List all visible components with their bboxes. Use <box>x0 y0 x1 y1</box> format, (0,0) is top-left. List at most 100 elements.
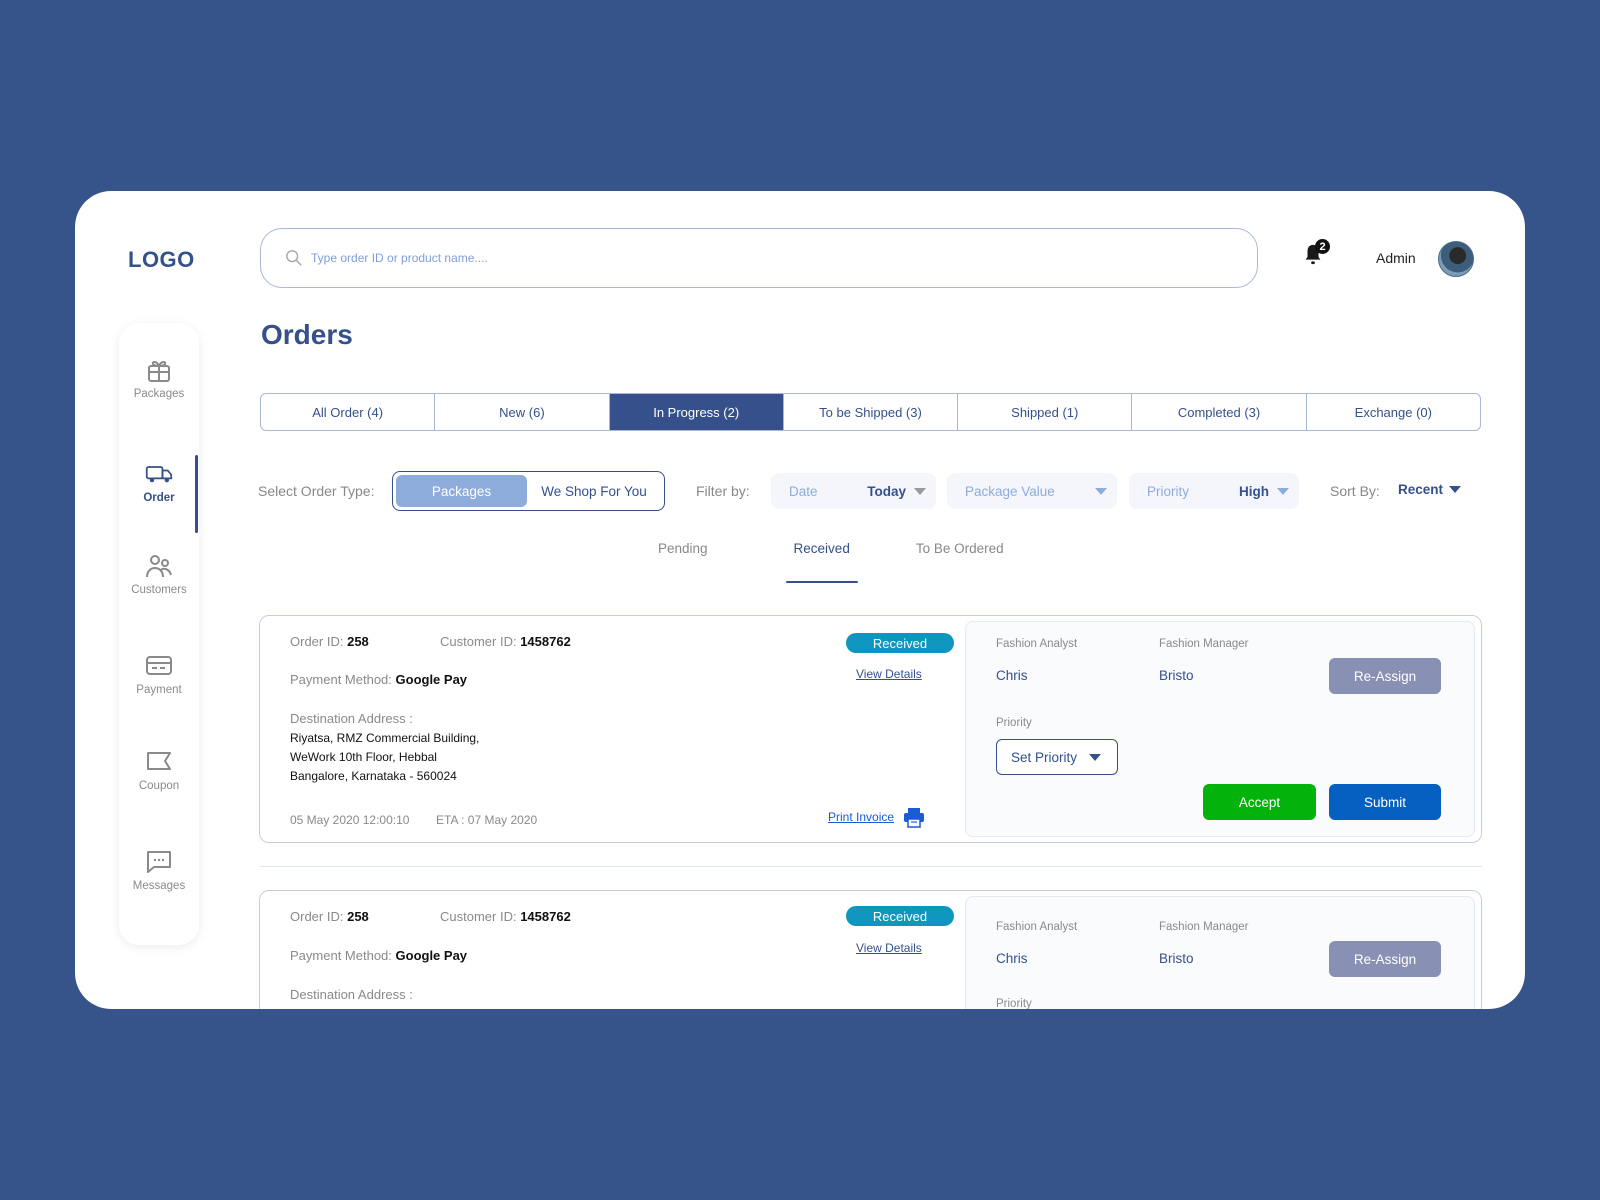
sidebar-active-indicator <box>195 455 198 533</box>
reassign-button[interactable]: Re-Assign <box>1329 658 1441 694</box>
payment-row: Payment Method: Google Pay <box>290 948 467 963</box>
customer-id-label: Customer ID: <box>440 634 517 649</box>
print-invoice[interactable]: Print Invoice <box>828 806 930 828</box>
view-details-link[interactable]: View Details <box>856 941 922 955</box>
order-type-we-shop-for-you[interactable]: We Shop For You <box>527 475 661 507</box>
package-value-dropdown[interactable]: Package Value <box>947 473 1117 509</box>
tab-in-progress[interactable]: In Progress (2) <box>609 394 784 430</box>
chevron-down-icon <box>1277 487 1289 495</box>
address-label: Destination Address : <box>290 987 413 1002</box>
payment-label: Payment Method: <box>290 672 392 687</box>
order-id-row: Order ID: 258 <box>290 634 369 649</box>
status-badge: Received <box>846 633 954 653</box>
sidebar-item-label: Messages <box>132 880 186 892</box>
sub-status-tabs: Pending Received To Be Ordered <box>650 541 1012 583</box>
assignment-panel: Fashion Analyst Fashion Manager Chris Br… <box>965 896 1475 1009</box>
address-line: Riyatsa, RMZ Commercial Building, <box>290 731 480 745</box>
order-card: Order ID: 258 Customer ID: 1458762 Recei… <box>259 615 1482 843</box>
order-info: Order ID: 258 Customer ID: 1458762 Recei… <box>290 616 954 842</box>
order-card: Order ID: 258 Customer ID: 1458762 Recei… <box>259 890 1482 1009</box>
tab-new[interactable]: New (6) <box>435 394 610 430</box>
priority-filter-dropdown[interactable]: Priority High <box>1129 473 1299 509</box>
sidebar-item-messages[interactable]: Messages <box>119 849 199 892</box>
sidebar-item-label: Customers <box>131 584 187 596</box>
address-line: Bangalore, Karnataka - 560024 <box>290 769 457 783</box>
search-input[interactable] <box>311 251 1211 265</box>
manager-label: Fashion Manager <box>1159 921 1249 933</box>
date-filter-value: Today <box>867 483 906 499</box>
analyst-value: Chris <box>996 951 1028 966</box>
status-badge: Received <box>846 906 954 926</box>
app-window: LOGO 2 Admin Packages Order Customers Pa… <box>75 191 1525 1009</box>
avatar[interactable] <box>1438 241 1474 277</box>
gift-icon <box>148 360 170 382</box>
submit-button[interactable]: Submit <box>1329 784 1441 820</box>
search-bar[interactable] <box>260 228 1258 288</box>
date-filter-label: Date <box>789 483 818 499</box>
analyst-label: Fashion Analyst <box>996 921 1078 933</box>
order-date: 05 May 2020 12:00:10 <box>290 813 410 827</box>
sidebar-item-customers[interactable]: Customers <box>119 553 199 596</box>
coupon-icon <box>147 752 171 770</box>
page-title: Orders <box>261 319 353 350</box>
manager-label: Fashion Manager <box>1159 638 1249 650</box>
search-icon <box>286 250 302 266</box>
view-details-link[interactable]: View Details <box>856 667 922 681</box>
tab-exchange[interactable]: Exchange (0) <box>1307 394 1480 430</box>
customer-id-row: Customer ID: 1458762 <box>440 634 571 649</box>
customer-id-label: Customer ID: <box>440 909 517 924</box>
tab-completed[interactable]: Completed (3) <box>1132 394 1307 430</box>
chevron-down-icon <box>914 487 926 495</box>
user-name[interactable]: Admin <box>1376 250 1416 266</box>
set-priority-label: Set Priority <box>1011 749 1078 765</box>
divider <box>260 866 1482 867</box>
sidebar-item-label: Coupon <box>138 780 180 792</box>
subtab-received[interactable]: Received <box>785 541 859 583</box>
order-id-row: Order ID: 258 <box>290 909 369 924</box>
set-priority-dropdown[interactable]: Set Priority <box>996 739 1118 775</box>
priority-label: Priority <box>996 717 1032 729</box>
sidebar-item-label: Packages <box>133 388 185 400</box>
chevron-down-icon <box>1089 753 1102 761</box>
customer-id-value: 1458762 <box>520 909 571 924</box>
logo: LOGO <box>128 247 195 272</box>
reassign-button[interactable]: Re-Assign <box>1329 941 1441 977</box>
analyst-value: Chris <box>996 668 1028 683</box>
address-line: WeWork 10th Floor, Hebbal <box>290 750 437 764</box>
subtab-pending[interactable]: Pending <box>650 541 716 571</box>
print-invoice-link[interactable]: Print Invoice <box>828 810 894 824</box>
sidebar-item-label: Payment <box>136 684 182 696</box>
order-type-packages[interactable]: Packages <box>396 475 527 507</box>
order-type-label: Select Order Type: <box>258 483 375 499</box>
order-type-toggle: Packages We Shop For You <box>392 471 665 511</box>
sidebar-item-packages[interactable]: Packages <box>119 357 199 400</box>
customer-id-value: 1458762 <box>520 634 571 649</box>
notification-badge: 2 <box>1315 239 1330 254</box>
sort-by-value: Recent <box>1398 482 1444 497</box>
sort-by-dropdown[interactable]: Recent <box>1398 482 1462 497</box>
tab-to-be-shipped[interactable]: To be Shipped (3) <box>784 394 959 430</box>
sidebar-item-payment[interactable]: Payment <box>119 653 199 696</box>
sidebar-item-order[interactable]: Order <box>119 461 199 504</box>
sort-by-label: Sort By: <box>1330 483 1380 499</box>
eta: ETA : 07 May 2020 <box>436 813 538 827</box>
manager-value: Bristo <box>1159 668 1194 683</box>
analyst-label: Fashion Analyst <box>996 638 1078 650</box>
tab-all-order[interactable]: All Order (4) <box>261 394 436 430</box>
priority-filter-value: High <box>1239 483 1269 499</box>
address: Riyatsa, RMZ Commercial Building, WeWork… <box>290 729 479 786</box>
notifications-button[interactable]: 2 <box>1302 239 1330 271</box>
payment-value: Google Pay <box>395 672 468 687</box>
filter-by-label: Filter by: <box>696 483 750 499</box>
date-filter-dropdown[interactable]: Date Today <box>771 473 936 509</box>
printer-icon[interactable] <box>903 806 925 828</box>
subtab-to-be-ordered[interactable]: To Be Ordered <box>908 541 1012 571</box>
priority-label: Priority <box>996 998 1032 1009</box>
package-value-label: Package Value <box>965 483 1055 499</box>
sidebar-item-coupon[interactable]: Coupon <box>119 749 199 792</box>
payment-label: Payment Method: <box>290 948 392 963</box>
tab-shipped[interactable]: Shipped (1) <box>958 394 1133 430</box>
accept-button[interactable]: Accept <box>1203 784 1316 820</box>
address-label: Destination Address : <box>290 711 413 726</box>
sidebar: Packages Order Customers Payment Coupon … <box>119 323 199 945</box>
